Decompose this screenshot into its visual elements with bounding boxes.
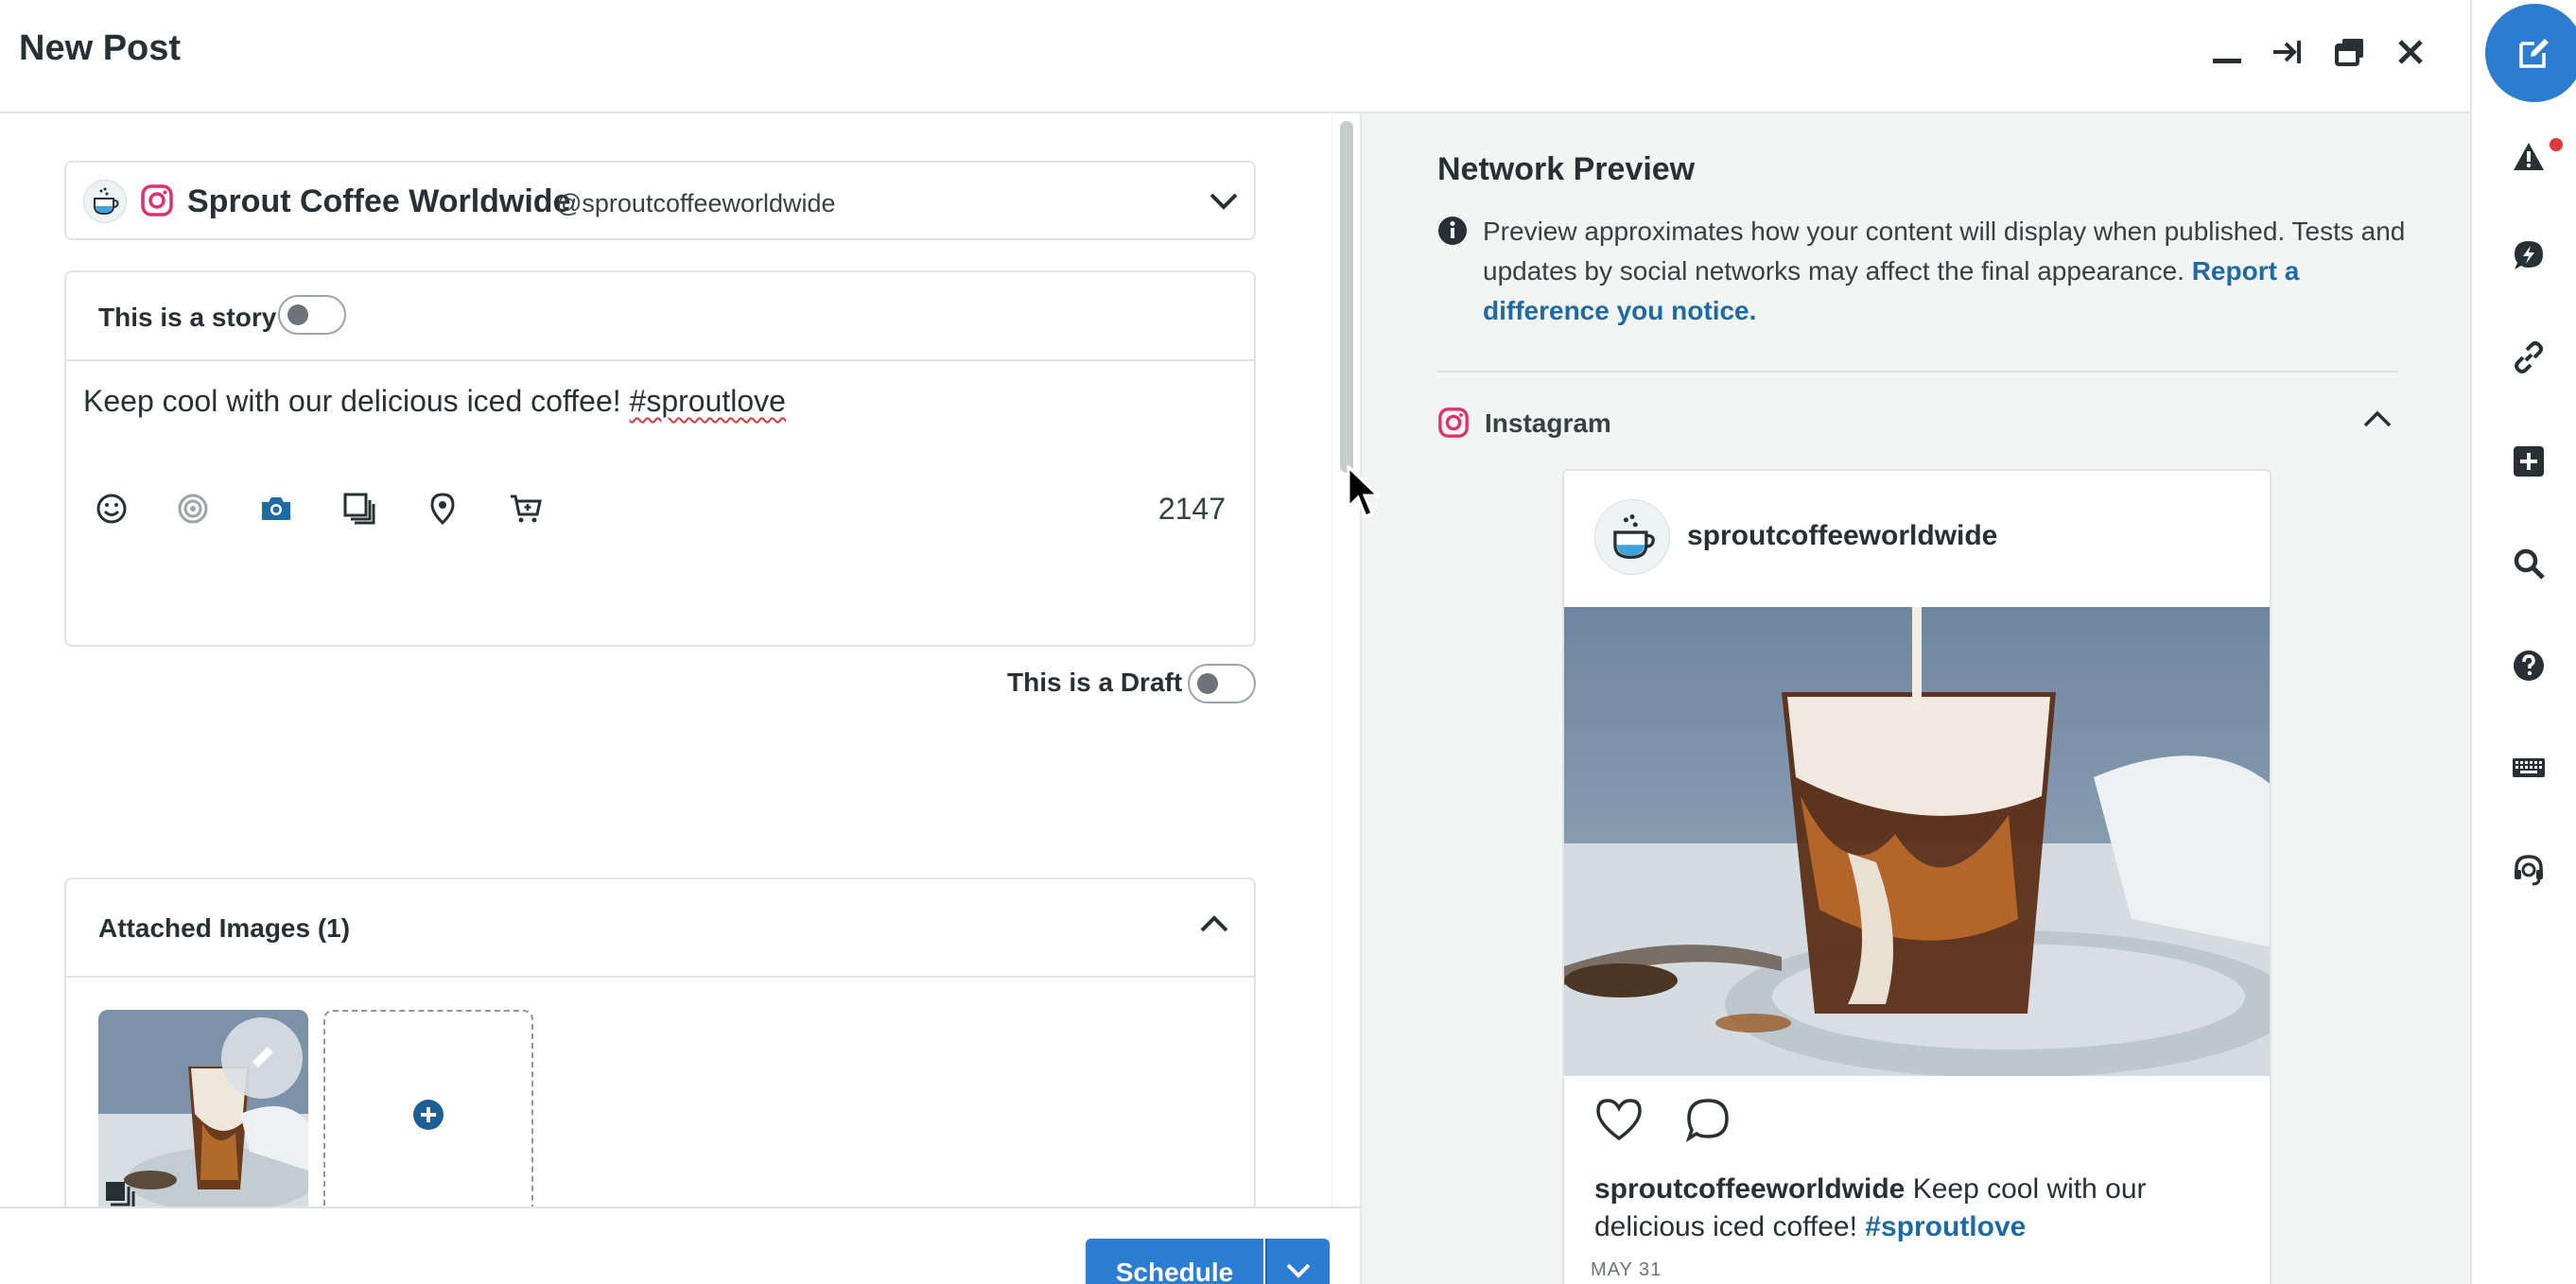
edit-image-button[interactable] — [221, 1017, 303, 1099]
schedule-options-button[interactable] — [1265, 1239, 1330, 1284]
network-label: Instagram — [1485, 408, 1611, 438]
coffee-cup-icon — [94, 187, 119, 216]
shopping-button[interactable] — [505, 488, 547, 529]
collapse-panel-button[interactable] — [2264, 28, 2311, 76]
link-icon — [2515, 341, 2543, 373]
speech-bolt-icon — [2515, 241, 2543, 269]
support-button[interactable] — [2506, 847, 2551, 893]
story-bar: This is a story — [66, 272, 1254, 361]
message-text: Keep cool with our delicious iced coffee… — [83, 384, 630, 418]
comment-icon — [1685, 1099, 1729, 1143]
chevron-down-icon[interactable] — [1207, 183, 1241, 222]
activity-button[interactable] — [2506, 233, 2551, 278]
emoji-button[interactable] — [91, 488, 132, 529]
media-library-button[interactable] — [339, 488, 380, 529]
instagram-icon — [140, 183, 174, 222]
profile-avatar — [83, 180, 127, 223]
popout-button[interactable] — [2326, 28, 2374, 76]
alert-indicator-dot — [2550, 138, 2563, 151]
like-button[interactable] — [1594, 1097, 1644, 1147]
minimize-button[interactable] — [2203, 28, 2251, 76]
headset-icon — [2515, 855, 2543, 886]
close-icon — [2398, 40, 2423, 64]
draft-toggle[interactable] — [1188, 664, 1256, 703]
search-button[interactable] — [2506, 541, 2551, 586]
compose-panel: Sprout Coffee Worldwide @sproutcoffeewor… — [0, 113, 1360, 1284]
info-icon — [1437, 216, 1468, 251]
question-circle-icon — [2514, 651, 2544, 681]
instagram-post-preview: sproutcoffeeworldwide sproutcoffeeworldw… — [1562, 469, 2271, 1284]
composer-header: New Post — [0, 0, 2470, 113]
add-button[interactable] — [2506, 439, 2551, 484]
post-image — [1564, 607, 2270, 1078]
message-textarea[interactable]: Keep cool with our delicious iced coffee… — [83, 384, 786, 419]
shopping-cart-icon — [511, 495, 542, 523]
network-preview-panel: Network Preview Preview approximates how… — [1360, 113, 2470, 1284]
window-copy-icon — [2335, 39, 2363, 66]
close-button[interactable] — [2387, 28, 2434, 76]
profile-name: Sprout Coffee Worldwide — [187, 183, 571, 219]
keyboard-icon — [2513, 758, 2545, 777]
attached-images-header[interactable]: Attached Images (1) — [66, 879, 1254, 978]
story-toggle[interactable] — [278, 295, 346, 335]
coffee-cup-icon — [1613, 514, 1655, 560]
caption-hashtag: #sproutlove — [1865, 1211, 2027, 1242]
compose-scrollbar-thumb[interactable] — [1340, 121, 1353, 473]
heart-icon — [1596, 1099, 1642, 1141]
post-username: sproutcoffeeworldwide — [1687, 520, 1998, 551]
chevron-up-icon[interactable] — [2360, 403, 2394, 442]
message-hashtag: #sproutlove — [629, 384, 786, 418]
alerts-button[interactable] — [2506, 134, 2551, 180]
schedule-button[interactable]: Schedule — [1086, 1239, 1263, 1284]
page-title: New Post — [19, 28, 182, 68]
plus-circle-icon — [413, 1100, 444, 1130]
compose-icon — [2519, 39, 2549, 68]
instagram-icon — [1437, 407, 1470, 443]
post-avatar — [1594, 499, 1670, 575]
draft-toggle-label: This is a Draft — [1007, 668, 1183, 697]
post-caption: sproutcoffeeworldwide Keep cool with our… — [1594, 1171, 2237, 1246]
story-toggle-label: This is a story — [98, 303, 277, 332]
character-count: 2147 — [1157, 492, 1226, 526]
help-button[interactable] — [2506, 643, 2551, 688]
pencil-icon — [251, 1047, 273, 1069]
warning-icon — [2514, 143, 2544, 170]
network-preview-title: Network Preview — [1437, 151, 1696, 187]
minimize-icon — [2213, 59, 2241, 63]
arrow-to-right-icon — [2273, 41, 2301, 63]
attached-images-section: Attached Images (1) — [64, 877, 1256, 1250]
preview-disclaimer: Preview approximates how your content wi… — [1483, 212, 2428, 331]
target-icon — [178, 494, 208, 524]
media-library-icon — [343, 493, 375, 525]
add-image-tile[interactable] — [323, 1010, 533, 1220]
divider — [1437, 371, 2398, 373]
camera-icon — [262, 497, 290, 520]
comment-button[interactable] — [1685, 1097, 1731, 1147]
location-button[interactable] — [422, 488, 463, 529]
message-composer: This is a story Keep cool with our delic… — [64, 270, 1256, 647]
search-icon — [2514, 548, 2545, 580]
iced-coffee-image — [1564, 607, 2270, 1078]
plus-square-icon — [2514, 446, 2544, 477]
global-action-rail — [2470, 0, 2576, 1284]
chevron-up-icon[interactable] — [1197, 908, 1231, 946]
target-button[interactable] — [172, 488, 214, 529]
attached-image-thumbnail[interactable] — [98, 1010, 308, 1220]
keyboard-shortcuts-button[interactable] — [2506, 745, 2551, 790]
mouse-cursor — [1347, 463, 1384, 527]
post-date: MAY 31 — [1591, 1259, 1662, 1280]
location-pin-icon — [430, 493, 455, 526]
attached-images-label: Attached Images (1) — [98, 913, 351, 943]
emoji-icon — [96, 494, 127, 524]
caption-username: sproutcoffeeworldwide — [1594, 1173, 1906, 1205]
add-photo-button[interactable] — [255, 488, 297, 529]
chevron-down-icon — [1286, 1263, 1311, 1278]
profile-handle: @sproutcoffeeworldwide — [556, 189, 836, 217]
link-button[interactable] — [2506, 335, 2551, 380]
profile-selector[interactable]: Sprout Coffee Worldwide @sproutcoffeewor… — [64, 161, 1256, 240]
compose-button[interactable] — [2485, 4, 2576, 102]
